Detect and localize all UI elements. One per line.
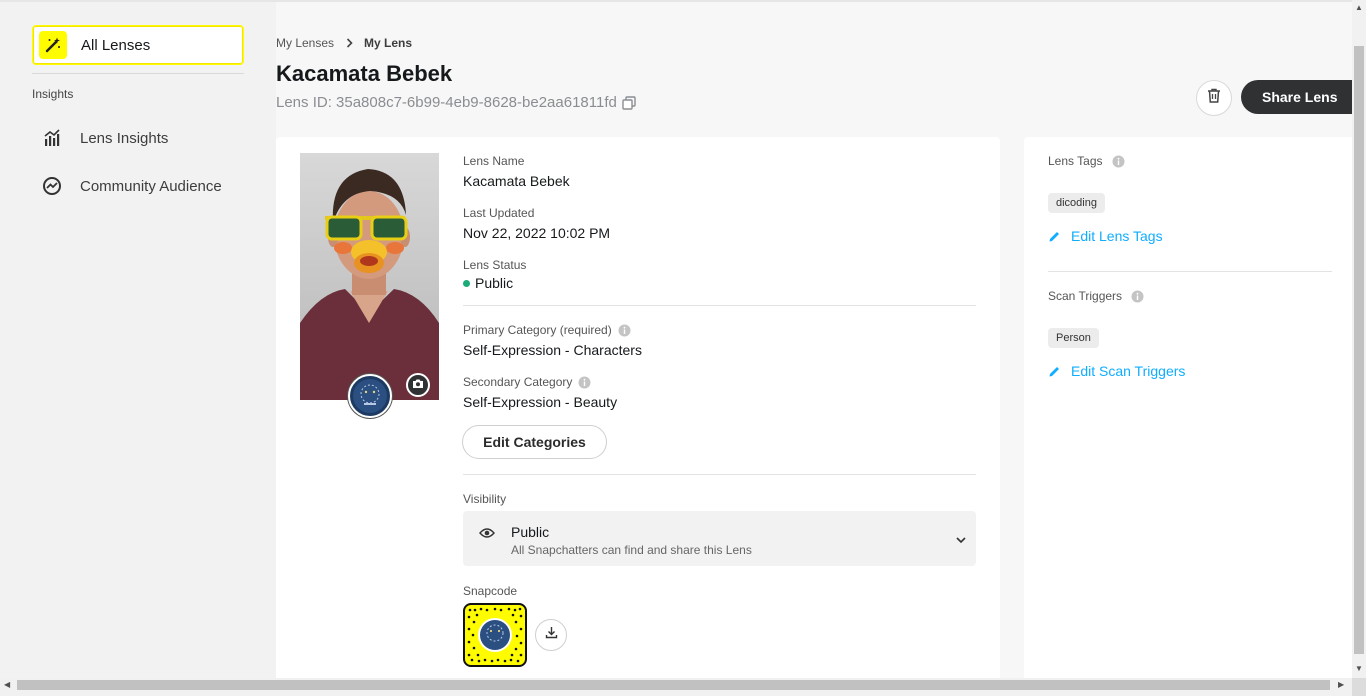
visibility-label: Visibility: [463, 492, 507, 506]
scrollbar-corner: [1352, 678, 1366, 696]
secondary-category-value: Self-Expression - Beauty: [463, 394, 618, 410]
sidebar: All Lenses Insights Lens Insights Commun…: [0, 2, 276, 678]
lens-status-value: Public: [463, 275, 513, 291]
edit-lens-tags-link[interactable]: Edit Lens Tags: [1048, 228, 1163, 244]
all-lenses-label: All Lenses: [81, 36, 151, 54]
delete-lens-button[interactable]: [1196, 80, 1232, 116]
lens-preview-image: [300, 153, 439, 400]
secondary-category-label: Secondary Category: [463, 375, 591, 389]
copy-icon[interactable]: [622, 95, 636, 110]
horizontal-scrollbar[interactable]: ◀ ▶: [0, 678, 1352, 692]
chevron-right-icon: [346, 38, 354, 48]
status-dot: [463, 279, 470, 287]
edit-lens-tags-label: Edit Lens Tags: [1071, 228, 1163, 244]
edit-scan-triggers-label: Edit Scan Triggers: [1071, 363, 1186, 379]
breadcrumb-link-my-lenses[interactable]: My Lenses: [276, 36, 334, 50]
lens-tags-card: Lens Tags dicoding Edit Lens Tags Scan T…: [1024, 137, 1354, 682]
lens-tags-label: Lens Tags: [1048, 154, 1125, 168]
camera-icon: [412, 376, 424, 394]
sidebar-item-label: Lens Insights: [80, 129, 169, 147]
lens-status-label: Lens Status: [463, 258, 527, 272]
lens-tags-label-text: Lens Tags: [1048, 154, 1103, 168]
trigger-chip: Person: [1048, 328, 1099, 348]
download-snapcode-button[interactable]: [535, 619, 567, 651]
pencil-icon: [1048, 365, 1061, 378]
last-updated-value: Nov 22, 2022 10:02 PM: [463, 225, 611, 241]
lens-icon-avatar[interactable]: [348, 374, 392, 418]
main-content: My Lenses My Lens Kacamata Bebek Lens ID…: [276, 2, 1356, 682]
magic-wand-icon: [39, 31, 67, 59]
divider: [1048, 271, 1332, 272]
all-lenses-button[interactable]: All Lenses: [32, 25, 244, 65]
sidebar-item-label: Community Audience: [80, 177, 222, 195]
breadcrumb: My Lenses My Lens: [276, 36, 412, 50]
sidebar-divider: [32, 73, 244, 74]
share-lens-button[interactable]: Share Lens: [1241, 80, 1356, 114]
window-bottom-edge: [0, 692, 1352, 696]
scroll-left-icon[interactable]: ◀: [4, 680, 10, 689]
scroll-up-icon[interactable]: ▲: [1355, 3, 1363, 12]
horizontal-scroll-thumb[interactable]: [17, 680, 1330, 690]
secondary-category-label-text: Secondary Category: [463, 375, 573, 389]
scroll-down-icon[interactable]: ▼: [1355, 664, 1363, 673]
lens-name-value: Kacamata Bebek: [463, 173, 570, 189]
sidebar-item-lens-insights[interactable]: Lens Insights: [40, 126, 168, 150]
bar-chart-icon: [40, 126, 64, 150]
info-icon[interactable]: [1112, 155, 1125, 168]
lens-id-text: Lens ID: 35a808c7-6b99-4eb9-8628-be2aa61…: [276, 94, 617, 111]
vertical-scrollbar[interactable]: ▲ ▼: [1352, 0, 1366, 678]
last-updated-label: Last Updated: [463, 206, 535, 220]
visibility-select[interactable]: Public All Snapchatters can find and sha…: [463, 511, 976, 566]
sidebar-item-community-audience[interactable]: Community Audience: [40, 174, 222, 198]
info-icon[interactable]: [1131, 290, 1144, 303]
tag-chip: dicoding: [1048, 193, 1105, 213]
primary-category-label: Primary Category (required): [463, 323, 631, 337]
lens-name-label: Lens Name: [463, 154, 525, 168]
page-title: Kacamata Bebek: [276, 61, 453, 86]
scroll-right-icon[interactable]: ▶: [1338, 680, 1344, 689]
pencil-icon: [1048, 230, 1061, 243]
lens-details-card: Lens Name Kacamata Bebek Last Updated No…: [276, 137, 1000, 682]
scan-triggers-label-text: Scan Triggers: [1048, 289, 1123, 303]
visibility-description: All Snapchatters can find and share this…: [511, 543, 752, 557]
eye-icon: [479, 526, 495, 544]
sidebar-section-insights: Insights: [32, 87, 74, 101]
snapcode-image: [463, 603, 527, 667]
download-icon: [545, 626, 558, 644]
divider: [463, 474, 976, 475]
trash-icon: [1207, 88, 1221, 108]
trend-circle-icon: [40, 174, 64, 198]
lens-id: Lens ID: 35a808c7-6b99-4eb9-8628-be2aa61…: [276, 94, 636, 111]
breadcrumb-current: My Lens: [364, 36, 413, 50]
status-text: Public: [475, 275, 514, 291]
change-preview-button[interactable]: [406, 373, 430, 397]
visibility-value: Public: [511, 524, 550, 540]
primary-category-value: Self-Expression - Characters: [463, 342, 642, 358]
info-icon[interactable]: [578, 376, 591, 389]
scan-triggers-label: Scan Triggers: [1048, 289, 1144, 303]
primary-category-label-text: Primary Category (required): [463, 323, 612, 337]
snapcode-label: Snapcode: [463, 584, 518, 598]
edit-categories-button[interactable]: Edit Categories: [462, 425, 607, 459]
vertical-scroll-thumb[interactable]: [1354, 46, 1364, 654]
info-icon[interactable]: [618, 324, 631, 337]
divider: [463, 305, 976, 306]
chevron-down-icon: [956, 531, 966, 549]
edit-scan-triggers-link[interactable]: Edit Scan Triggers: [1048, 363, 1185, 379]
